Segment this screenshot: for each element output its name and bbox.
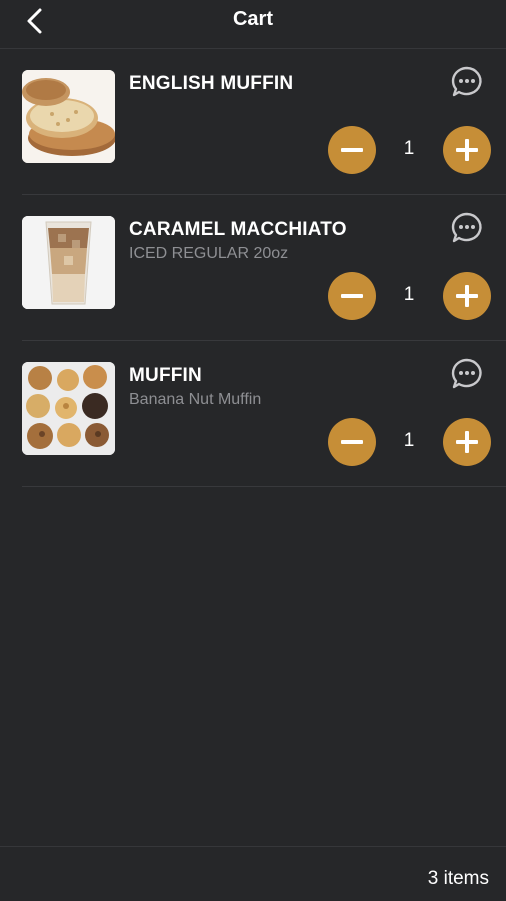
decrease-quantity-button[interactable] [328,418,376,466]
item-detail: Banana Nut Muffin [129,391,262,408]
cart-item: MUFFIN Banana Nut Muffin 1 [22,341,506,487]
increase-quantity-button[interactable] [443,418,491,466]
item-detail: ICED REGULAR 20oz [129,245,289,262]
chat-bubble-icon [451,358,482,389]
item-count: 3 items [427,868,489,889]
item-name: MUFFIN [129,365,202,386]
chat-bubble-icon [451,212,482,243]
quantity-value: 1 [403,284,415,305]
cart-item: ENGLISH MUFFIN 1 [22,49,506,195]
increase-quantity-button[interactable] [443,272,491,320]
app-header: Cart [0,0,506,49]
decrease-quantity-button[interactable] [328,126,376,174]
chat-bubble-icon [451,66,482,97]
add-note-button[interactable] [450,65,484,99]
add-note-button[interactable] [450,357,484,391]
cart-footer: 3 items [0,846,506,901]
iced-caramel-macchiato-photo [22,216,115,309]
page-title: Cart [232,8,273,30]
muffins-assortment-photo [22,362,115,455]
increase-quantity-button[interactable] [443,126,491,174]
quantity-value: 1 [403,138,415,159]
english-muffin-photo [22,70,115,163]
add-note-button[interactable] [450,211,484,245]
cart-list: ENGLISH MUFFIN 1 CARAMEL MACCHIATO ICED … [0,49,506,487]
item-name: ENGLISH MUFFIN [129,73,294,94]
cart-item: CARAMEL MACCHIATO ICED REGULAR 20oz 1 [22,195,506,341]
decrease-quantity-button[interactable] [328,272,376,320]
quantity-value: 1 [403,430,415,451]
item-name: CARAMEL MACCHIATO [129,219,347,240]
